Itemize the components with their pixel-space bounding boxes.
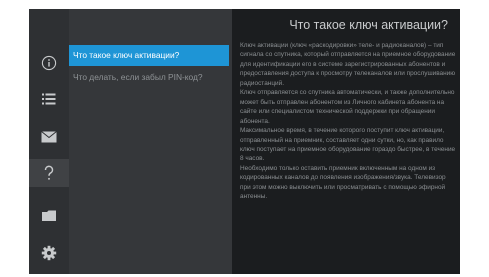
menu-item-forgot-pin[interactable]: Что делать, если забыл PIN-код?: [69, 67, 229, 88]
help-button[interactable]: [29, 159, 69, 187]
help-icon: [44, 165, 54, 180]
answer-paragraph: Необходимо только оставить приемник вклю…: [240, 164, 446, 201]
menu-item-label: Что делать, если забыл PIN-код?: [73, 72, 203, 82]
sidebar-icon-rail: [29, 9, 69, 274]
menu-item-activation-key[interactable]: Что такое ключ активации?: [69, 45, 229, 66]
folder-icon: [42, 210, 56, 221]
messages-button[interactable]: [29, 123, 69, 151]
channel-list-button[interactable]: [29, 85, 69, 113]
answer-paragraph: Максимальное время, в течение которого п…: [240, 127, 456, 163]
help-topics-menu: Что такое ключ активации? Что делать, ес…: [69, 9, 232, 274]
answer-paragraph: Ключ активации (ключ «раскодировки» теле…: [240, 42, 456, 87]
settings-gear-icon: [41, 245, 57, 261]
answer-title: Что такое ключ активации?: [289, 18, 448, 32]
info-icon: [41, 55, 57, 71]
answer-paragraph: Ключ отправляется со спутника автоматиче…: [240, 89, 455, 125]
answer-body: Ключ активации (ключ «раскодировки» теле…: [240, 41, 458, 202]
tv-screen: Что такое ключ активации? Что делать, ес…: [29, 9, 460, 274]
info-button[interactable]: [29, 49, 69, 77]
mail-icon: [41, 131, 57, 143]
answer-panel: Что такое ключ активации? Ключ активации…: [232, 9, 460, 274]
settings-button[interactable]: [29, 239, 69, 267]
menu-item-label: Что такое ключ активации?: [73, 50, 180, 60]
folder-button[interactable]: [29, 201, 69, 229]
list-icon: [42, 93, 56, 105]
